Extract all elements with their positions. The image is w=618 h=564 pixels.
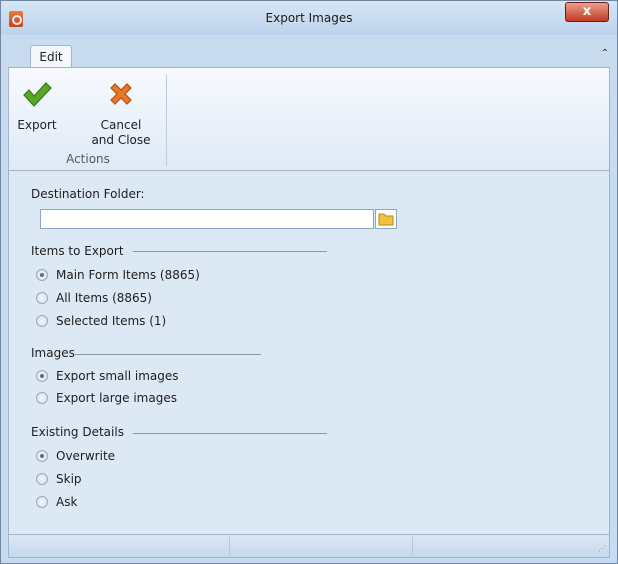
export-button[interactable]: Export: [15, 78, 59, 133]
checkmark-icon: [23, 82, 52, 107]
items-to-export-title: Items to Export: [31, 244, 124, 258]
browse-folder-button[interactable]: [375, 209, 397, 229]
radio-label: Selected Items (1): [56, 314, 167, 328]
radio-label: Skip: [56, 472, 82, 486]
items-group-divider: [133, 251, 327, 252]
cancel-and-close-button[interactable]: Cancel and Close: [89, 78, 153, 148]
window-title: Export Images: [265, 11, 353, 25]
radio-button[interactable]: [36, 392, 48, 404]
radio-label: Overwrite: [56, 449, 116, 463]
title-bar: Export Images x: [1, 1, 617, 35]
ribbon-tabstrip: Edit ⌃: [8, 35, 610, 68]
cancel-label-line1: Cancel: [100, 118, 142, 132]
radio-label: All Items (8865): [56, 291, 152, 305]
folder-icon: [378, 213, 394, 226]
existing-details-title: Existing Details: [31, 425, 124, 439]
destination-folder-label: Destination Folder:: [31, 187, 145, 201]
resize-grip-icon[interactable]: ⋰: [596, 544, 606, 554]
destination-folder-input[interactable]: [40, 209, 374, 229]
tab-edit[interactable]: Edit: [30, 45, 72, 68]
radio-label: Ask: [56, 495, 78, 509]
export-button-label: Export: [17, 118, 57, 132]
radio-button[interactable]: [36, 370, 48, 382]
radio-button[interactable]: [36, 450, 48, 462]
images-group-divider: [75, 354, 261, 355]
radio-label: Export small images: [56, 369, 179, 383]
close-button[interactable]: x: [565, 2, 609, 22]
ribbon-panel: Export Cancel and Close Actions: [8, 67, 610, 171]
x-mark-icon: [110, 83, 132, 105]
form-content: Destination Folder: Items to Export Main…: [8, 171, 610, 534]
radio-label: Export large images: [56, 391, 177, 405]
radio-button[interactable]: [36, 496, 48, 508]
images-title: Images: [31, 346, 75, 360]
status-divider: [229, 537, 230, 555]
existing-group-divider: [133, 433, 327, 434]
radio-button[interactable]: [36, 473, 48, 485]
export-images-window: Export Images x Edit ⌃ Export Cancel and…: [0, 0, 618, 564]
status-bar: ⋰: [8, 534, 610, 558]
radio-button[interactable]: [36, 269, 48, 281]
cancel-label-line2: and Close: [91, 133, 151, 147]
radio-button[interactable]: [36, 315, 48, 327]
status-divider: [412, 537, 413, 555]
collapse-ribbon-icon[interactable]: ⌃: [598, 47, 612, 61]
radio-button[interactable]: [36, 292, 48, 304]
radio-label: Main Form Items (8865): [56, 268, 200, 282]
actions-group-label: Actions: [66, 152, 110, 166]
